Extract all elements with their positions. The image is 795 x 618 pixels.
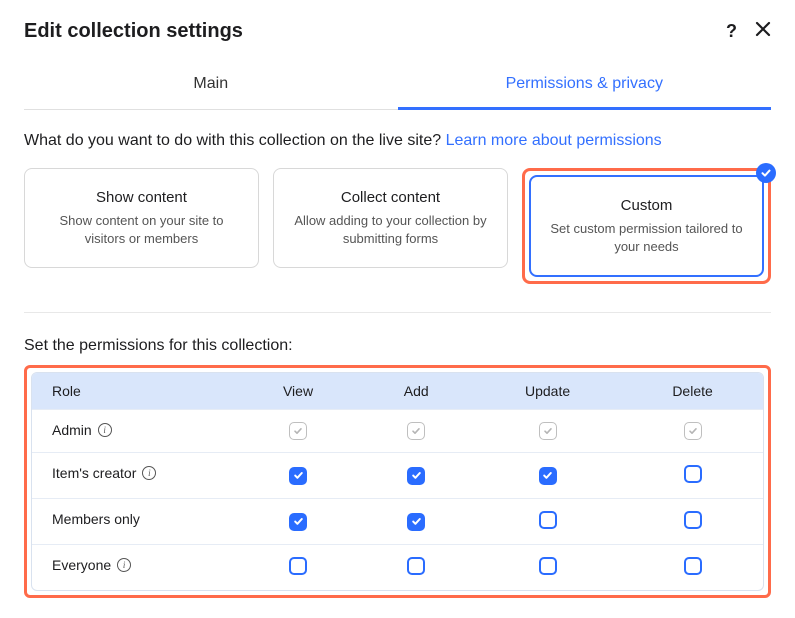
cell-delete [622, 498, 763, 544]
checkbox-unchecked[interactable] [539, 511, 557, 529]
selected-check-icon [756, 163, 776, 183]
cell-role: Admini [32, 409, 237, 450]
permission-mode-cards: Show content Show content on your site t… [24, 168, 771, 313]
cell-update [473, 409, 622, 452]
cell-role: Everyone i [32, 544, 237, 585]
cell-delete [622, 452, 763, 498]
checkbox-locked [684, 422, 702, 440]
table-row: Item's creator i [32, 452, 763, 498]
role-label: Admin [52, 422, 92, 438]
checkbox-unchecked[interactable] [407, 557, 425, 575]
permissions-table: Role View Add Update Delete AdminiItem's… [31, 372, 764, 591]
col-view: View [237, 373, 360, 409]
tab-main[interactable]: Main [24, 61, 398, 109]
help-icon[interactable]: ? [726, 21, 737, 42]
cell-update [473, 544, 622, 590]
edit-collection-dialog: Edit collection settings ? Main Permissi… [0, 0, 795, 618]
table-row: Everyone i [32, 544, 763, 590]
cell-update [473, 498, 622, 544]
checkbox-checked[interactable] [289, 513, 307, 531]
checkbox-checked[interactable] [407, 513, 425, 531]
header-actions: ? [726, 21, 771, 42]
card-collect-content-wrap: Collect content Allow adding to your col… [273, 168, 508, 284]
card-desc: Show content on your site to visitors or… [39, 212, 244, 247]
cell-role: Members only [32, 498, 237, 539]
card-desc: Allow adding to your collection by submi… [288, 212, 493, 247]
dialog-title: Edit collection settings [24, 20, 243, 43]
card-title: Collect content [288, 189, 493, 206]
learn-more-link[interactable]: Learn more about permissions [446, 132, 662, 149]
cell-add [359, 544, 473, 590]
cell-view [237, 544, 360, 590]
card-show-content[interactable]: Show content Show content on your site t… [24, 168, 259, 268]
card-custom-wrap: Custom Set custom permission tailored to… [522, 168, 771, 284]
col-delete: Delete [622, 373, 763, 409]
checkbox-unchecked[interactable] [289, 557, 307, 575]
checkbox-unchecked[interactable] [684, 465, 702, 483]
checkbox-locked [539, 422, 557, 440]
info-icon[interactable]: i [117, 558, 131, 572]
checkbox-checked[interactable] [539, 467, 557, 485]
permissions-table-highlight: Role View Add Update Delete AdminiItem's… [24, 365, 771, 598]
table-header-row: Role View Add Update Delete [32, 373, 763, 409]
cell-delete [622, 409, 763, 452]
cell-view [237, 409, 360, 452]
permissions-subtitle: Set the permissions for this collection: [24, 337, 771, 355]
cell-view [237, 498, 360, 544]
col-add: Add [359, 373, 473, 409]
cell-delete [622, 544, 763, 590]
cell-add [359, 452, 473, 498]
card-desc: Set custom permission tailored to your n… [545, 220, 748, 255]
info-icon[interactable]: i [98, 423, 112, 437]
cell-update [473, 452, 622, 498]
col-update: Update [473, 373, 622, 409]
card-title: Custom [545, 197, 748, 214]
checkbox-unchecked[interactable] [684, 557, 702, 575]
checkbox-locked [407, 422, 425, 440]
prompt-text: What do you want to do with this collect… [24, 132, 771, 150]
checkbox-unchecked[interactable] [684, 511, 702, 529]
cell-add [359, 409, 473, 452]
card-show-content-wrap: Show content Show content on your site t… [24, 168, 259, 284]
card-custom[interactable]: Custom Set custom permission tailored to… [529, 175, 764, 277]
info-icon[interactable]: i [142, 466, 156, 480]
role-label: Item's creator [52, 465, 136, 481]
checkbox-checked[interactable] [407, 467, 425, 485]
checkbox-locked [289, 422, 307, 440]
tab-permissions[interactable]: Permissions & privacy [398, 61, 772, 110]
prompt-question: What do you want to do with this collect… [24, 132, 446, 149]
card-title: Show content [39, 189, 244, 206]
table-row: Admini [32, 409, 763, 452]
cell-role: Item's creator i [32, 452, 237, 493]
role-label: Members only [52, 511, 140, 527]
permissions-section: What do you want to do with this collect… [24, 110, 771, 598]
checkbox-unchecked[interactable] [539, 557, 557, 575]
col-role: Role [32, 373, 237, 409]
cell-add [359, 498, 473, 544]
dialog-header: Edit collection settings ? [24, 20, 771, 43]
table-row: Members only [32, 498, 763, 544]
role-label: Everyone [52, 557, 111, 573]
tabs: Main Permissions & privacy [24, 61, 771, 110]
checkbox-checked[interactable] [289, 467, 307, 485]
cell-view [237, 452, 360, 498]
card-collect-content[interactable]: Collect content Allow adding to your col… [273, 168, 508, 268]
close-icon[interactable] [755, 21, 771, 42]
